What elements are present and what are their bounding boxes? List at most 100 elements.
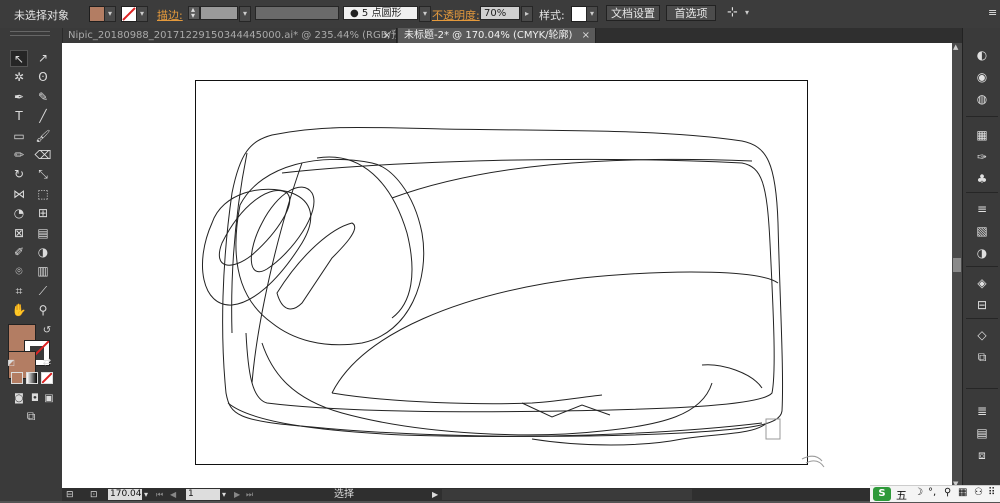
- arrange-documents-icon[interactable]: ⊹: [727, 5, 738, 20]
- color-guide-icon[interactable]: ◉: [975, 70, 989, 84]
- opacity-label[interactable]: 不透明度:: [432, 7, 480, 23]
- gradient-icon[interactable]: ▧: [975, 224, 989, 238]
- stroke-icon[interactable]: ≡: [975, 202, 989, 216]
- opacity-input[interactable]: 70%: [480, 6, 520, 20]
- brush-dropdown[interactable]: ▾: [419, 6, 431, 22]
- tab-untitled-2[interactable]: 未标题-2* @ 170.04% (CMYK/轮廓) ×: [398, 28, 596, 43]
- selection-tool[interactable]: ↖: [10, 50, 28, 67]
- scroll-up-icon[interactable]: ▲: [953, 43, 958, 51]
- free-transform-tool[interactable]: ⬚: [34, 186, 52, 203]
- document-setup-button[interactable]: 文档设置: [606, 5, 660, 21]
- graphic-styles-icon[interactable]: ◈: [975, 276, 989, 290]
- draw-inside-icon[interactable]: ▣: [40, 390, 58, 407]
- hand-tool[interactable]: ✋: [10, 302, 28, 319]
- artboard-dropdown-icon[interactable]: ▾: [222, 488, 226, 501]
- fill-dropdown[interactable]: ▾: [104, 6, 116, 22]
- zoom-input[interactable]: 170.04: [108, 489, 142, 500]
- color-icon[interactable]: ◐: [975, 48, 989, 62]
- microphone-icon[interactable]: ⚲: [944, 487, 951, 498]
- prev-artboard-icon[interactable]: ◀: [170, 488, 176, 501]
- rotate-tool[interactable]: ↻: [10, 166, 28, 183]
- slice-tool[interactable]: ⟋: [34, 283, 52, 300]
- none-mode-icon[interactable]: [41, 372, 53, 384]
- width-tool[interactable]: ⋈: [10, 186, 28, 203]
- stroke-label[interactable]: 描边:: [157, 7, 183, 23]
- horizontal-scrollbar[interactable]: [442, 489, 692, 500]
- mesh-tool[interactable]: ⊠: [10, 225, 28, 242]
- punctuation-icon[interactable]: °,: [928, 487, 936, 498]
- eyedropper-tool[interactable]: ✐: [10, 244, 28, 261]
- line-segment-tool[interactable]: ╱: [34, 108, 52, 125]
- pencil-tool[interactable]: ✏: [10, 147, 28, 164]
- scale-tool[interactable]: ⤡: [34, 166, 52, 183]
- panel-menu-icon[interactable]: ≡: [988, 6, 997, 19]
- artboard-options-icon[interactable]: ⊡: [90, 489, 98, 502]
- perspective-grid-tool[interactable]: ⊞: [34, 205, 52, 222]
- ime-logo[interactable]: S: [873, 487, 891, 501]
- stroke-weight-stepper[interactable]: ▴ ▾: [188, 6, 200, 20]
- first-artboard-icon[interactable]: ⏮: [156, 488, 163, 501]
- rectangle-tool[interactable]: ▭: [10, 128, 28, 145]
- column-graph-tool[interactable]: ▥: [34, 263, 52, 280]
- swap-arrow-icon[interactable]: ⇄: [38, 354, 56, 371]
- preferences-button[interactable]: 首选项: [666, 5, 716, 21]
- artboard-tool[interactable]: ⌗: [10, 283, 28, 300]
- pen-tool[interactable]: ✒: [10, 89, 28, 106]
- arrange-dropdown[interactable]: ▾: [742, 6, 752, 20]
- user-icon[interactable]: ⚇: [974, 487, 983, 498]
- artboard-number-input[interactable]: 1: [186, 489, 220, 500]
- graphic-style-swatch[interactable]: [571, 6, 587, 22]
- canvas[interactable]: [62, 43, 952, 488]
- graphic-style-dropdown[interactable]: ▾: [586, 6, 598, 22]
- stroke-swatch[interactable]: [121, 6, 137, 22]
- scrollbar-thumb[interactable]: [953, 258, 961, 272]
- symbol-sprayer-tool[interactable]: ⌾: [10, 263, 28, 280]
- next-artboard-icon[interactable]: ▶: [234, 488, 240, 501]
- fill-swatch[interactable]: [89, 6, 105, 22]
- blend-tool[interactable]: ◑: [34, 244, 52, 261]
- artboards-icon[interactable]: ⧉: [975, 350, 989, 364]
- moon-icon[interactable]: ☽: [914, 487, 923, 498]
- stroke-weight-input[interactable]: [200, 6, 238, 20]
- eraser-tool[interactable]: ⌫: [34, 147, 52, 164]
- paintbrush-tool[interactable]: 🖌: [34, 128, 52, 145]
- stroke-dropdown[interactable]: ▾: [136, 6, 148, 22]
- tab-nipic[interactable]: Nipic_20180988_20171229150344445000.ai* …: [62, 28, 397, 43]
- last-artboard-icon[interactable]: ⏭: [246, 488, 253, 501]
- opacity-dropdown[interactable]: ▸: [521, 6, 533, 22]
- screen-mode-icon[interactable]: ⧉: [20, 408, 42, 425]
- toolbar-grip[interactable]: [10, 31, 50, 36]
- stroke-weight-dropdown[interactable]: ▾: [239, 6, 251, 22]
- type-tool[interactable]: T: [10, 108, 28, 125]
- outline-artwork[interactable]: [62, 43, 952, 488]
- direct-selection-tool[interactable]: ↗: [34, 50, 52, 67]
- color-mode-icon[interactable]: [11, 372, 23, 384]
- libraries-icon[interactable]: ▤: [975, 426, 989, 440]
- status-expand-icon[interactable]: ▶: [432, 488, 438, 501]
- grid-icon[interactable]: ⠿: [988, 487, 995, 498]
- layers-icon[interactable]: ◇: [975, 328, 989, 342]
- brush-definition[interactable]: ● 5 点圆形: [343, 6, 418, 20]
- swap-colors-icon[interactable]: ↺: [38, 322, 56, 339]
- status-menu-icon[interactable]: ⊟: [66, 489, 74, 502]
- default-colors-icon[interactable]: ◩: [6, 354, 16, 371]
- zoom-tool[interactable]: ⚲: [34, 302, 52, 319]
- links-icon[interactable]: ⧈: [975, 448, 989, 462]
- curvature-tool[interactable]: ✎: [34, 89, 52, 106]
- shape-builder-tool[interactable]: ◔: [10, 205, 28, 222]
- swatches-icon[interactable]: ▦: [975, 128, 989, 142]
- zoom-dropdown-icon[interactable]: ▾: [144, 488, 148, 501]
- gradient-tool[interactable]: ▤: [34, 225, 52, 242]
- keyboard-icon[interactable]: ▦: [958, 487, 967, 498]
- gradient-mode-icon[interactable]: [26, 372, 38, 384]
- transparency-icon[interactable]: ◑: [975, 246, 989, 260]
- variable-width-profile[interactable]: [255, 6, 339, 20]
- close-tab-icon[interactable]: ×: [383, 28, 391, 43]
- magic-wand-tool[interactable]: ✲: [10, 69, 28, 86]
- brushes-icon[interactable]: ✑: [975, 150, 989, 164]
- appearance-icon[interactable]: ◍: [975, 92, 989, 106]
- symbols-icon[interactable]: ♣: [975, 172, 989, 186]
- properties-icon[interactable]: ≣: [975, 404, 989, 418]
- align-icon[interactable]: ⊟: [975, 298, 989, 312]
- close-tab-icon[interactable]: ×: [582, 28, 590, 43]
